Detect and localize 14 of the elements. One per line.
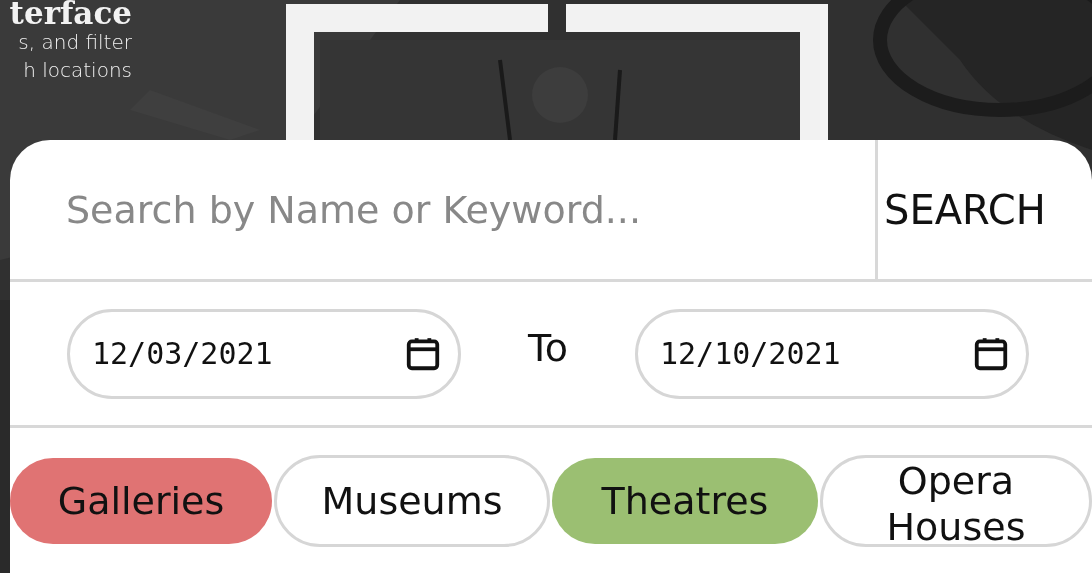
date-separator: To xyxy=(527,325,569,370)
category-chip[interactable]: Galleries xyxy=(10,457,272,544)
subtitle-line: s, and filter xyxy=(18,29,132,56)
category-chip[interactable]: Museums xyxy=(274,454,550,547)
date-value: 12/10/2021 xyxy=(660,336,841,371)
category-chip[interactable]: Opera Houses xyxy=(820,454,1092,547)
category-chip[interactable]: Theatres xyxy=(552,457,818,544)
search-field[interactable]: Search by Name or Keyword... xyxy=(10,140,875,279)
page-title: terface xyxy=(9,0,132,28)
subtitle-line: h locations xyxy=(23,57,132,84)
date-field[interactable]: 12/03/2021 xyxy=(67,308,461,399)
date-value: 12/03/2021 xyxy=(92,336,273,371)
date-field[interactable]: 12/10/2021 xyxy=(635,308,1029,399)
search-button[interactable]: SEARCH xyxy=(875,140,1092,279)
